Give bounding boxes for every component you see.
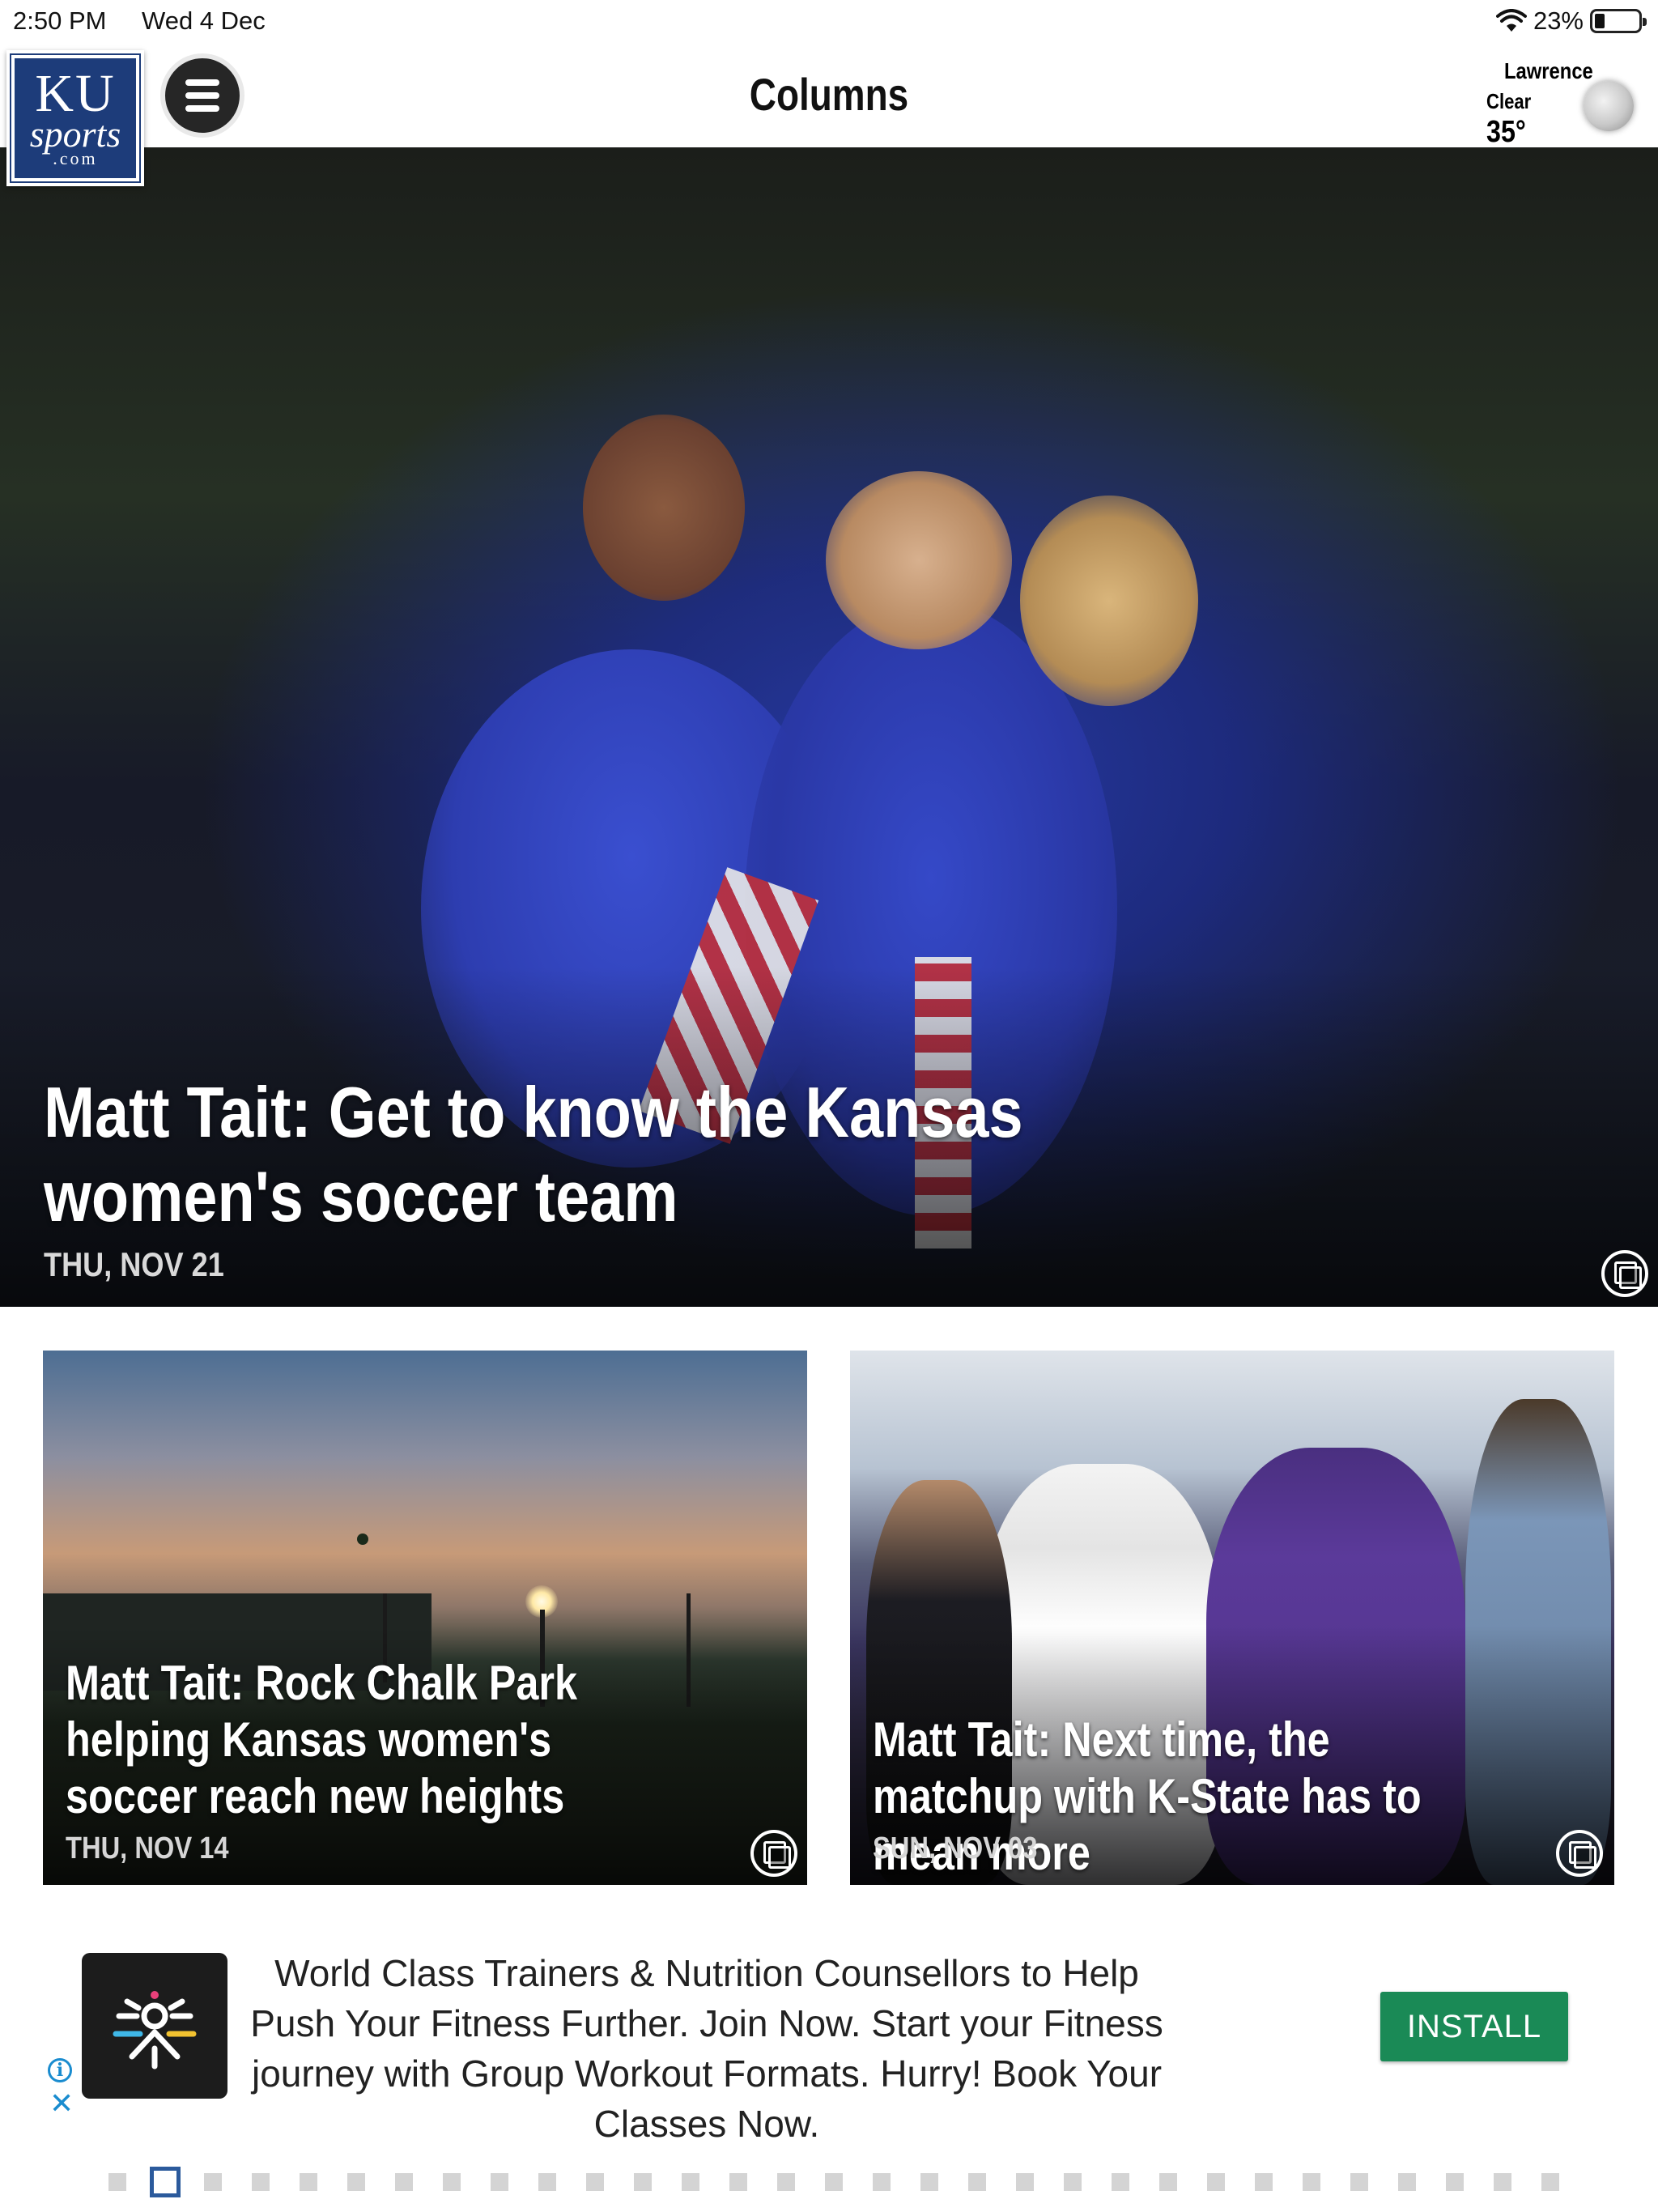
page-dot[interactable]: [682, 2173, 699, 2191]
page-dot[interactable]: [347, 2173, 365, 2191]
page-dot[interactable]: [1064, 2173, 1082, 2191]
moon-icon: [1584, 81, 1634, 131]
page-dot[interactable]: [1303, 2173, 1320, 2191]
wifi-icon: [1495, 9, 1527, 32]
card-headline[interactable]: Matt Tait: Rock Chalk Park helping Kansa…: [66, 1655, 678, 1825]
gallery-icon: [750, 1830, 797, 1877]
page-dot[interactable]: [538, 2173, 556, 2191]
ad-banner[interactable]: World Class Trainers & Nutrition Counsel…: [43, 1919, 1615, 2145]
page-dot[interactable]: [395, 2173, 413, 2191]
page-dot[interactable]: [968, 2173, 986, 2191]
weather-temperature: 35°: [1486, 115, 1526, 149]
page-dot-active[interactable]: [150, 2167, 181, 2197]
status-date: Wed 4 Dec: [142, 6, 266, 35]
card-date: THU, NOV 14: [66, 1831, 229, 1865]
page-dot[interactable]: [777, 2173, 795, 2191]
story-card[interactable]: Matt Tait: Rock Chalk Park helping Kansa…: [43, 1351, 807, 1885]
weather-city: Lawrence: [1504, 58, 1593, 83]
page-dot[interactable]: [252, 2173, 270, 2191]
hero-story[interactable]: Matt Tait: Get to know the Kansas women'…: [0, 147, 1658, 1307]
player-head: [826, 471, 1012, 649]
gallery-icon: [1556, 1830, 1603, 1877]
battery-icon: [1590, 9, 1647, 33]
ad-text[interactable]: World Class Trainers & Nutrition Counsel…: [237, 1948, 1176, 2149]
logo-ku-text: KU: [35, 64, 116, 123]
kusports-logo[interactable]: KU sports .com: [6, 50, 144, 186]
page-dot[interactable]: [1494, 2173, 1511, 2191]
logo-sports-text: sports: [29, 113, 121, 155]
page-dot[interactable]: [491, 2173, 508, 2191]
story-card[interactable]: Matt Tait: Next time, the matchup with K…: [850, 1351, 1614, 1885]
page-dot[interactable]: [1398, 2173, 1416, 2191]
page-dot[interactable]: [729, 2173, 747, 2191]
page-dot[interactable]: [1159, 2173, 1177, 2191]
install-button[interactable]: INSTALL: [1380, 1992, 1568, 2061]
info-icon[interactable]: i: [48, 2058, 72, 2082]
page-dot[interactable]: [1016, 2173, 1034, 2191]
page-dot[interactable]: [1112, 2173, 1129, 2191]
page-dot[interactable]: [873, 2173, 891, 2191]
page-dot[interactable]: [108, 2173, 126, 2191]
page-dot[interactable]: [443, 2173, 461, 2191]
weather-widget[interactable]: Lawrence Clear 35°: [1439, 52, 1634, 149]
page-indicator: [0, 2167, 1658, 2197]
logo-com-text: .com: [53, 148, 98, 168]
page-title: Columns: [749, 69, 909, 120]
page-dot[interactable]: [1255, 2173, 1273, 2191]
card-date: SUN, NOV 03: [873, 1831, 1038, 1865]
page-dot[interactable]: [920, 2173, 938, 2191]
status-bar: 2:50 PM Wed 4 Dec 23%: [0, 0, 1658, 42]
player-head: [1020, 496, 1198, 706]
hero-date: THU, NOV 21: [44, 1245, 224, 1283]
app-header: KU sports .com Columns Lawrence Clear 35…: [0, 42, 1658, 186]
page-dot[interactable]: [1350, 2173, 1368, 2191]
player-head: [583, 415, 745, 601]
page-dot[interactable]: [1541, 2173, 1559, 2191]
page-dot[interactable]: [634, 2173, 652, 2191]
gallery-icon: [1601, 1250, 1648, 1297]
weather-condition: Clear: [1486, 89, 1532, 113]
page-dot[interactable]: [586, 2173, 604, 2191]
soccer-ball: [357, 1534, 368, 1545]
fitness-app-icon[interactable]: [82, 1953, 227, 2099]
logo-badge: KU sports .com: [10, 53, 141, 183]
page-dot[interactable]: [204, 2173, 222, 2191]
page-dot[interactable]: [825, 2173, 843, 2191]
close-icon[interactable]: ✕: [49, 2089, 74, 2118]
status-time: 2:50 PM: [13, 6, 107, 35]
page-dot[interactable]: [300, 2173, 317, 2191]
battery-percent: 23%: [1533, 6, 1584, 35]
status-indicators: 23%: [1495, 6, 1647, 36]
hero-headline[interactable]: Matt Tait: Get to know the Kansas women'…: [44, 1070, 1158, 1239]
page-dot[interactable]: [1446, 2173, 1464, 2191]
page-dot[interactable]: [1207, 2173, 1225, 2191]
